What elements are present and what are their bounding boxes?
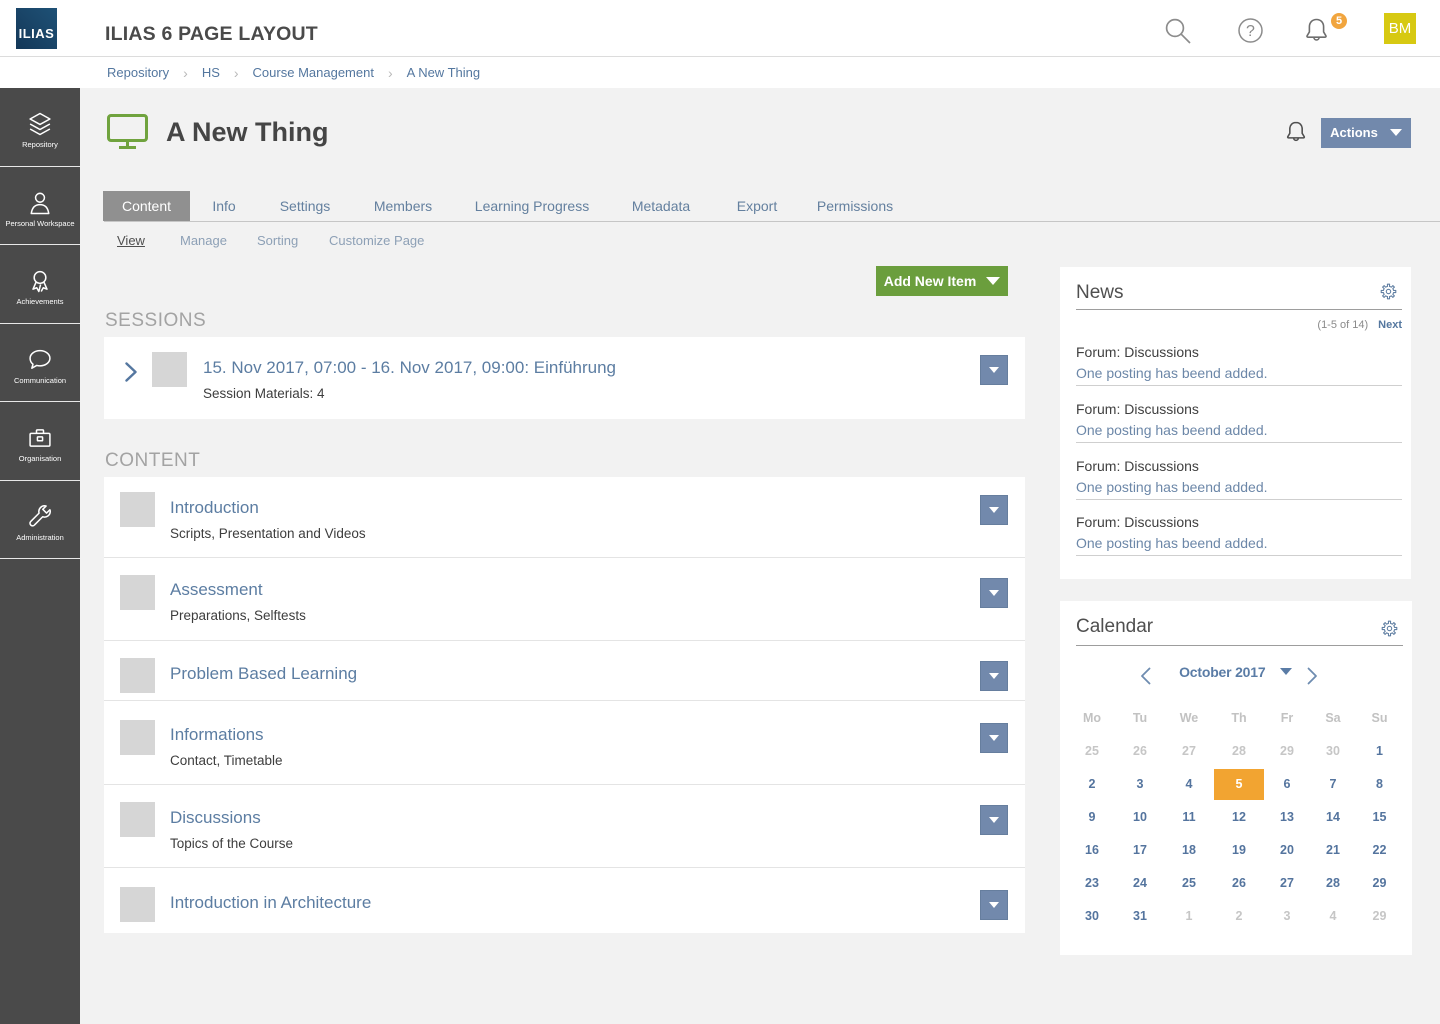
svg-text:?: ?	[1246, 23, 1255, 40]
